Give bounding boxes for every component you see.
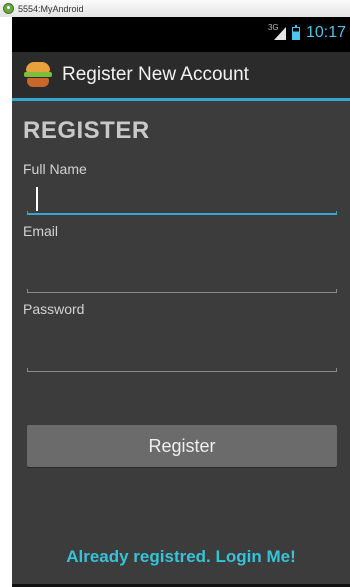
full-name-underline: [27, 211, 337, 215]
email-underline: [27, 289, 337, 293]
app-logo-icon[interactable]: [24, 62, 52, 88]
device-screen: 3G 10:17 Register New Account REGISTER F…: [12, 17, 350, 587]
page-title: REGISTER: [23, 117, 150, 144]
email-label: Email: [23, 223, 59, 239]
action-bar: Register New Account: [12, 52, 350, 98]
status-bar: 3G 10:17: [12, 17, 350, 52]
email-field[interactable]: [27, 263, 337, 293]
emulator-app-icon: [3, 3, 14, 14]
full-name-input[interactable]: [27, 185, 337, 215]
signal-icon: 3G: [268, 23, 286, 40]
password-field[interactable]: [27, 342, 337, 372]
action-bar-divider: [12, 98, 350, 101]
login-link[interactable]: Already registred. Login Me!: [12, 547, 350, 567]
full-name-field[interactable]: [27, 185, 337, 215]
register-button[interactable]: Register: [27, 425, 337, 467]
full-name-label: Full Name: [23, 161, 87, 177]
password-underline: [27, 368, 337, 372]
action-bar-title: Register New Account: [62, 64, 249, 85]
emulator-window: 5554:MyAndroid 3G 10:17 Register New Acc…: [0, 0, 350, 587]
battery-icon: [291, 24, 300, 40]
emulator-title: 5554:MyAndroid: [18, 3, 84, 14]
status-clock: 10:17: [305, 24, 346, 41]
password-label: Password: [23, 301, 85, 317]
password-input[interactable]: [27, 342, 337, 372]
text-caret: [36, 187, 38, 211]
emulator-title-bar: 5554:MyAndroid: [0, 0, 350, 17]
email-input[interactable]: [27, 263, 337, 293]
status-icons: 3G 10:17: [268, 23, 346, 42]
